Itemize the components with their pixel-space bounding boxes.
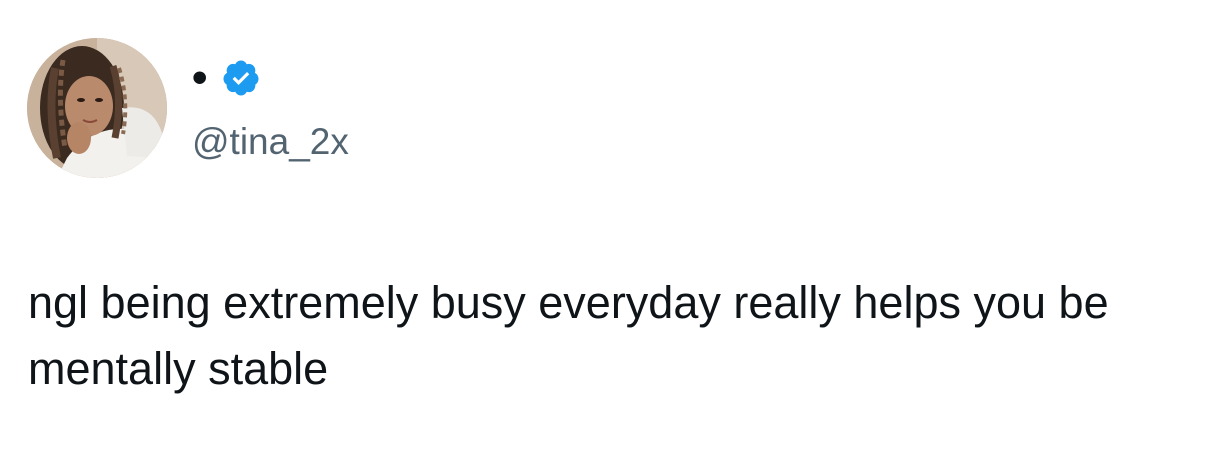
avatar-image bbox=[27, 38, 167, 178]
tweet-card: • @tina_2x ngl being extremely busy ever… bbox=[0, 0, 1206, 461]
name-row: • bbox=[192, 56, 261, 100]
verified-badge-icon bbox=[223, 60, 259, 96]
tweet-text: ngl being extremely busy everyday really… bbox=[28, 277, 1109, 394]
user-handle[interactable]: @tina_2x bbox=[192, 120, 349, 164]
display-name[interactable]: • bbox=[192, 56, 207, 100]
avatar[interactable] bbox=[27, 38, 167, 178]
